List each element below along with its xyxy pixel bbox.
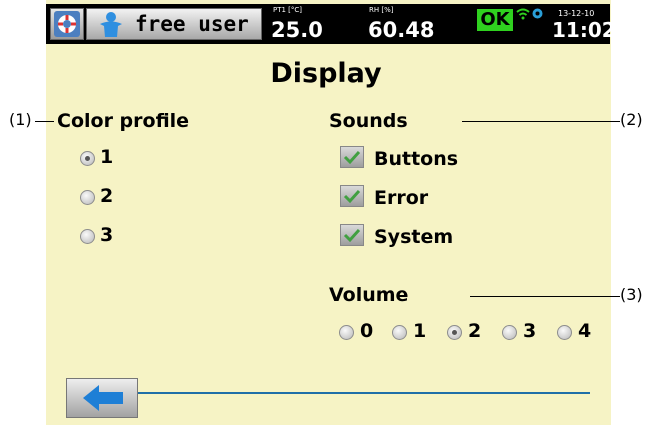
annotation-2-leader: [462, 121, 620, 122]
color-profile-radio-2[interactable]: [80, 190, 95, 205]
checkmark-icon: [343, 150, 361, 165]
lifebuoy-icon: [54, 11, 80, 37]
footer-divider: [138, 392, 590, 394]
annotation-3-leader: [470, 296, 620, 297]
volume-heading: Volume: [329, 284, 409, 306]
color-profile-option-3: 3: [100, 224, 114, 246]
sound-buttons-checkbox[interactable]: [340, 146, 364, 168]
color-profile-option-2: 2: [100, 185, 114, 207]
sensor2-label: RH [%]: [369, 6, 394, 14]
sensor1-label: PT1 [°C]: [273, 6, 303, 14]
sound-error-checkbox[interactable]: [340, 185, 364, 207]
page-title: Display: [270, 58, 382, 89]
annotation-2: (2): [620, 110, 643, 129]
sound-error-label: Error: [374, 187, 429, 209]
back-arrow-icon: [83, 385, 123, 411]
status-time: 11:02: [552, 18, 616, 42]
volume-radio-1[interactable]: [392, 325, 407, 340]
volume-radio-4[interactable]: [557, 325, 572, 340]
sound-system-label: System: [374, 226, 454, 248]
user-button[interactable]: free user: [86, 8, 262, 40]
annotation-1-leader: [35, 121, 54, 122]
volume-option-0: 0: [360, 320, 374, 342]
color-profile-heading: Color profile: [57, 110, 190, 132]
status-badge: OK: [477, 9, 513, 31]
status-date: 13-12-10: [558, 9, 595, 18]
volume-radio-0[interactable]: [339, 325, 354, 340]
network-icon: [532, 8, 543, 19]
annotation-3: (3): [620, 285, 643, 304]
wifi-icon: [516, 8, 530, 20]
sound-system-checkbox[interactable]: [340, 224, 364, 246]
volume-option-2: 2: [468, 320, 482, 342]
volume-radio-2[interactable]: [447, 325, 462, 340]
color-profile-radio-3[interactable]: [80, 229, 95, 244]
color-profile-option-1: 1: [100, 146, 114, 168]
volume-option-4: 4: [578, 320, 592, 342]
sensor2-value: 60.48: [368, 18, 435, 42]
checkmark-icon: [343, 228, 361, 243]
volume-option-1: 1: [413, 320, 427, 342]
back-button[interactable]: [66, 378, 138, 418]
volume-option-3: 3: [523, 320, 537, 342]
help-button[interactable]: [50, 8, 84, 40]
sounds-heading: Sounds: [329, 110, 408, 132]
checkmark-icon: [343, 189, 361, 204]
user-label: free user: [135, 12, 249, 36]
annotation-1: (1): [9, 110, 32, 129]
sensor1-value: 25.0: [271, 18, 323, 42]
sound-buttons-label: Buttons: [374, 148, 459, 170]
volume-radio-3[interactable]: [502, 325, 517, 340]
color-profile-radio-1[interactable]: [80, 151, 95, 166]
user-icon: [100, 12, 122, 37]
